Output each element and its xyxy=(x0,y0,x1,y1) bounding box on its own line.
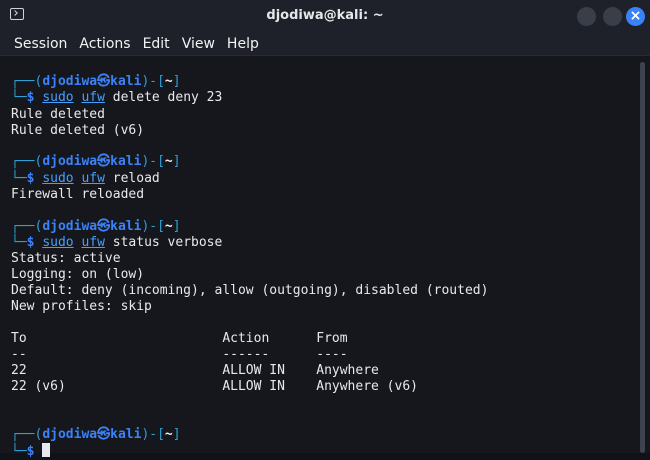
command-line: └─$ sudo ufw reload xyxy=(11,171,160,186)
maximize-button[interactable] xyxy=(603,7,622,26)
table-row: 22 (v6) ALLOW IN Anywhere (v6) xyxy=(11,379,418,394)
output-line: Rule deleted (v6) xyxy=(11,123,145,138)
scroll-thumb[interactable] xyxy=(640,62,645,453)
terminal-window: djodiwa@kali: ~ × Session Actions Edit V… xyxy=(0,0,650,459)
menu-bar: Session Actions Edit View Help xyxy=(0,32,650,56)
output-line: Logging: on (low) xyxy=(11,267,145,282)
prompt-line: ┌──(djodiwa㉿kali)-[~] xyxy=(11,219,181,234)
output-line: Default: deny (incoming), allow (outgoin… xyxy=(11,283,489,298)
prompt-line: ┌──(djodiwa㉿kali)-[~] xyxy=(11,427,181,442)
command-line: └─$ sudo ufw delete deny 23 xyxy=(11,90,223,105)
menu-session[interactable]: Session xyxy=(0,36,73,52)
close-button[interactable]: × xyxy=(626,7,645,26)
table-divider: -- ------ ---- xyxy=(11,347,348,362)
menu-view[interactable]: View xyxy=(176,36,221,52)
output-line: Status: active xyxy=(11,251,121,266)
scrollbar[interactable] xyxy=(636,56,650,453)
prompt-line: ┌──(djodiwa㉿kali)-[~] xyxy=(11,154,181,169)
output-line: Firewall reloaded xyxy=(11,187,145,202)
prompt-line: ┌──(djodiwa㉿kali)-[~] xyxy=(11,74,181,89)
menu-actions[interactable]: Actions xyxy=(73,36,136,52)
menu-help[interactable]: Help xyxy=(221,36,265,52)
cursor xyxy=(42,443,51,457)
terminal-output[interactable]: ┌──(djodiwa㉿kali)-[~] └─$ sudo ufw delet… xyxy=(0,56,636,459)
output-line: Rule deleted xyxy=(11,107,105,122)
table-row: 22 ALLOW IN Anywhere xyxy=(11,363,379,378)
command-line: └─$ sudo ufw status verbose xyxy=(11,235,223,250)
window-title: djodiwa@kali: ~ xyxy=(266,8,384,23)
output-line: New profiles: skip xyxy=(11,299,152,314)
minimize-button[interactable] xyxy=(577,7,596,26)
table-header: To Action From xyxy=(11,331,348,346)
title-bar[interactable]: djodiwa@kali: ~ × xyxy=(0,0,650,32)
menu-edit[interactable]: Edit xyxy=(137,36,176,52)
input-line[interactable]: └─$ xyxy=(11,443,51,459)
